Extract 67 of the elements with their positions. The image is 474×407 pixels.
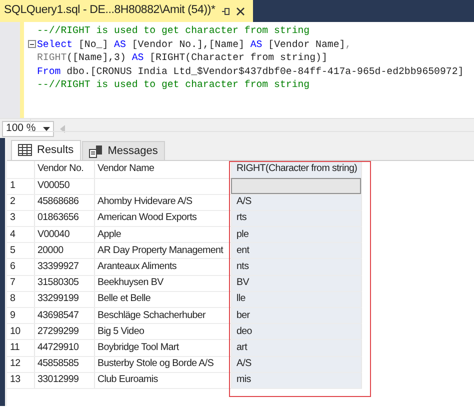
table-cell: ple [231,226,361,243]
code-line: From dbo.[CRONUS India Ltd_$Vendor$437dbf0e-84ff-417a-965d-ed2bb9650972] [36,64,465,78]
table-cell: deo [231,324,361,340]
collapse-icon[interactable] [28,40,36,48]
code-line: --//RIGHT is used to get character from string [36,24,311,38]
table-cell: BV [231,275,361,292]
table-cell: A/S [231,356,361,372]
table-cell: 43698547 [34,308,94,324]
table-cell: art [231,340,361,356]
table-cell: Club Euroamis [94,372,231,388]
table-cell: ber [231,308,361,324]
table-cell: 33299199 [34,291,94,308]
messages-icon [88,144,103,158]
caret-icon [43,126,50,130]
table-cell: Big 5 Video [94,324,231,340]
table-cell: V00040 [34,226,94,243]
row-number: 2 [7,194,34,210]
row-number: 6 [7,258,34,276]
pin-icon[interactable] [221,6,230,16]
table-cell: 44729910 [34,340,94,356]
table-cell: 45868686 [34,194,94,210]
table-cell: 20000 [34,242,94,259]
results-tab[interactable]: Results [11,140,81,160]
column-header[interactable]: Vendor Name [94,161,231,178]
table-cell: American Wood Exports [94,210,231,227]
table-cell: Beekhuysen BV [94,275,231,292]
table-cell: AR Day Property Management [94,242,231,259]
row-number: 12 [7,356,34,372]
code-line: Select [No_] AS [Vendor No.],[Name] AS [Vendor Name], [28,38,474,52]
row-number: 4 [7,226,34,243]
table-cell: nts [231,258,361,276]
table-cell: V00050 [34,178,94,194]
column-header[interactable]: RIGHT(Character from string) [231,161,361,178]
results-tab[interactable]: Messages [82,141,165,160]
row-number: 10 [7,324,34,340]
table-cell: 45858585 [34,356,94,372]
row-number: 11 [7,340,34,356]
row-number: 8 [7,291,34,308]
document-tab[interactable]: SQLQuery1.sql - DE...8H80882\Amit (54))* [0,0,254,22]
row-number: 3 [7,210,34,227]
table-cell: mis [231,372,361,388]
close-icon[interactable] [236,6,246,16]
table-cell: 33399927 [34,258,94,276]
row-number: 1 [7,178,34,194]
table-cell: Busterby Stole og Borde A/S [94,356,231,372]
table-cell: Aranteaux Aliments [94,258,231,276]
table-cell: rts [231,210,361,227]
code-line: --//RIGHT is used to get character from string [36,78,311,92]
column-header[interactable]: Vendor No. [34,161,94,178]
row-number: 7 [7,275,34,292]
code-line: RIGHT([Name],3) AS [RIGHT(Character from string)] [36,51,328,65]
row-number: 9 [7,308,34,324]
table-cell: Boybridge Tool Mart [94,340,231,356]
table-cell: A/S [231,194,361,210]
row-number: 5 [7,242,34,259]
table-cell: ent [231,242,361,259]
table-cell: Belle et Belle [94,291,231,308]
row-number: 13 [7,372,34,388]
table-cell: 31580305 [34,275,94,292]
table-cell: lle [231,291,361,308]
grid-icon [18,144,32,157]
table-cell: 27299299 [34,324,94,340]
table-cell: Beschläge Schacherhuber [94,308,231,324]
table-cell: Apple [94,226,231,243]
table-cell: Ahomby Hvidevare A/S [94,194,231,210]
table-cell: 33012999 [34,372,94,388]
table-cell: 01863656 [34,210,94,227]
